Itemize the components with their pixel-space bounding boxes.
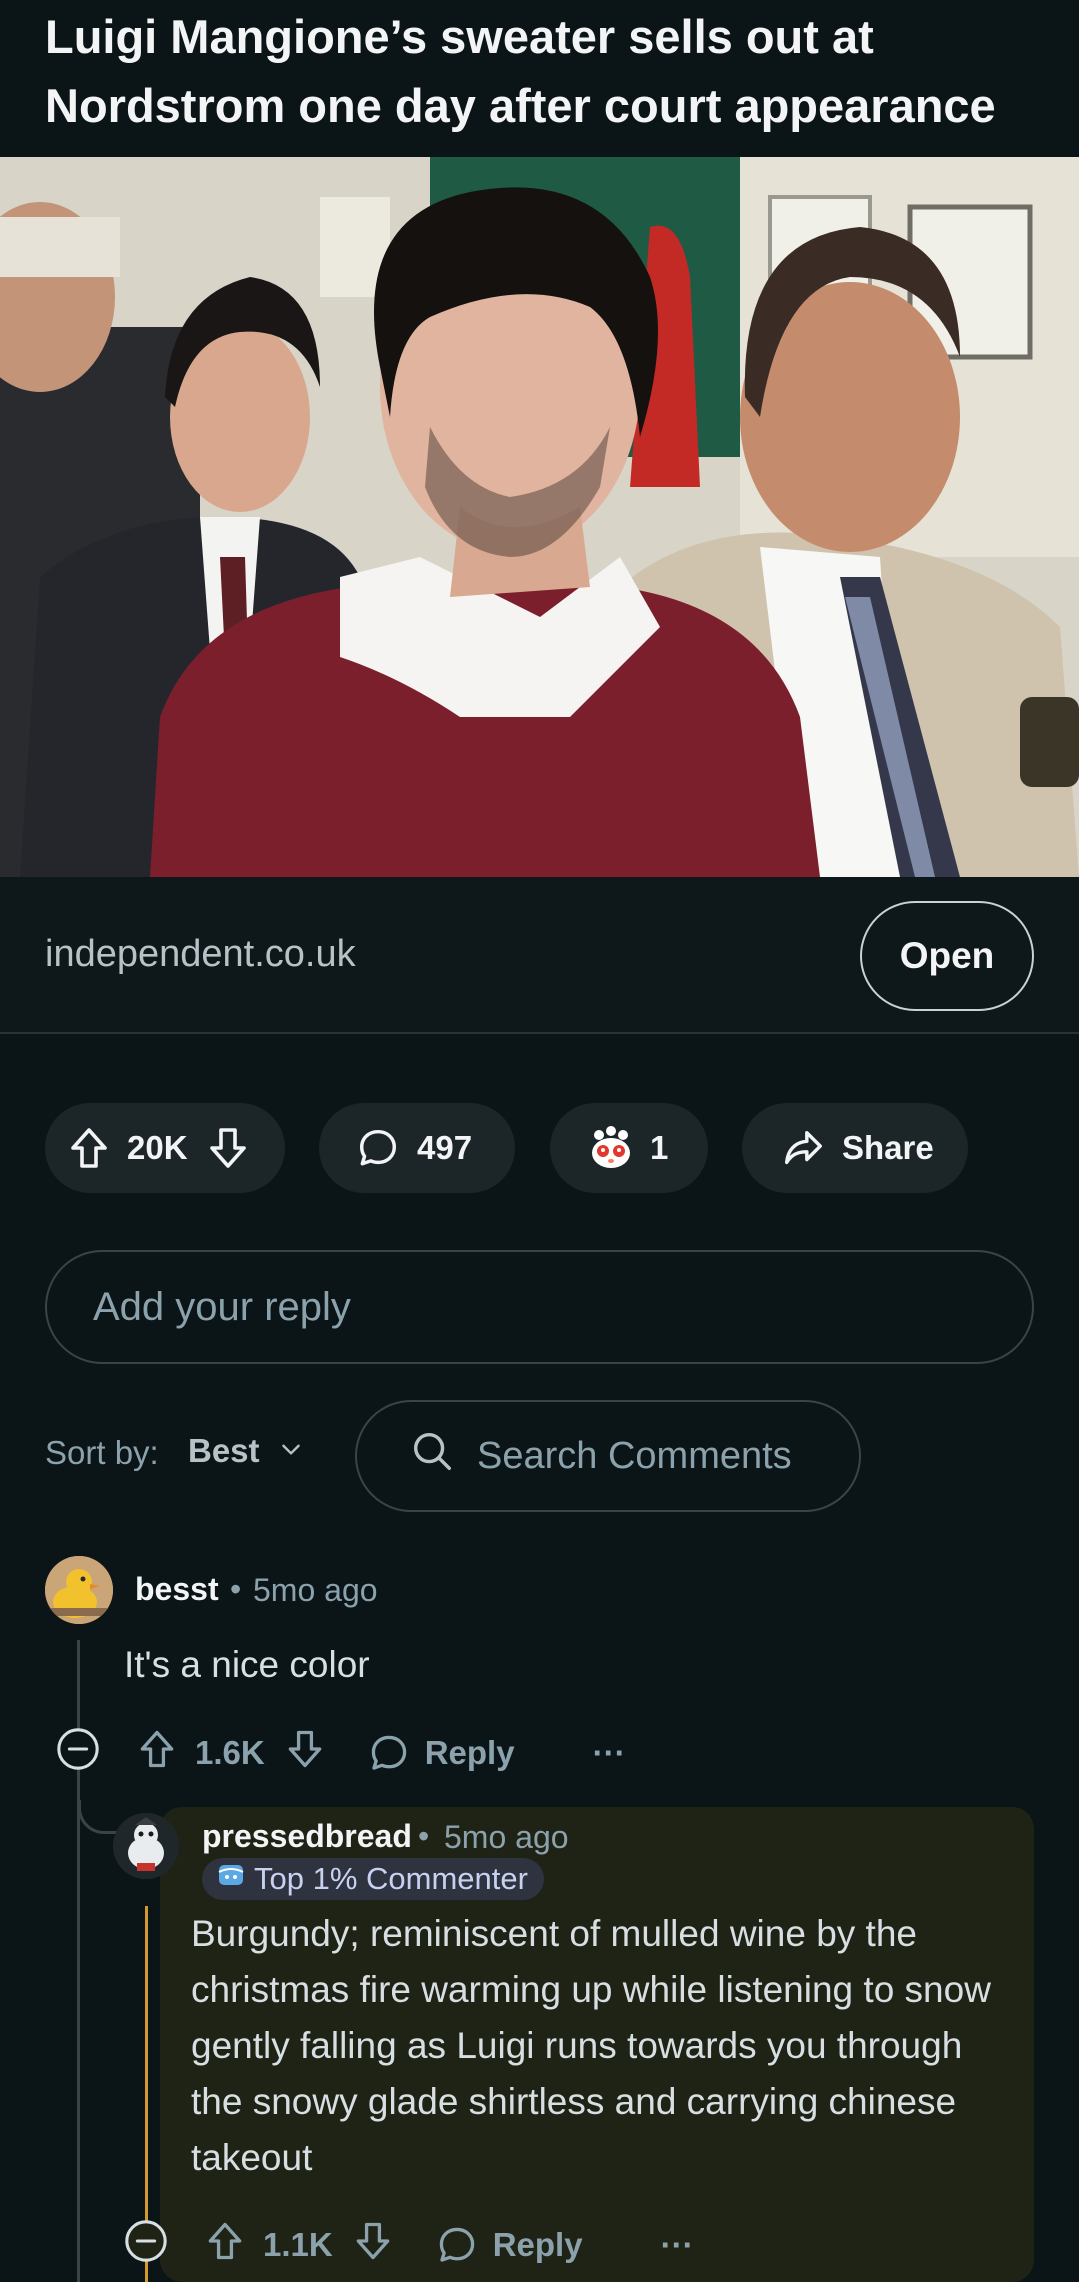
reply-label: Reply xyxy=(492,2226,583,2263)
award-button[interactable]: 1 xyxy=(550,1103,708,1193)
search-comments-input[interactable]: Search Comments xyxy=(355,1400,861,1512)
open-link-button[interactable]: Open xyxy=(860,901,1034,1011)
thread-connector xyxy=(78,1800,118,1834)
meta-separator: • xyxy=(230,1571,242,1607)
comment-timestamp: 5mo ago xyxy=(253,1572,378,1608)
comment-icon xyxy=(439,2227,474,2262)
comment-body: Burgundy; reminiscent of mulled wine by … xyxy=(191,1913,991,2178)
user-flair: Top 1% Commenter xyxy=(202,1858,544,1900)
comment-actions: 1.6K Reply ··· xyxy=(55,1718,626,1788)
award-count: 1 xyxy=(650,1129,669,1166)
post-vote-count: 20K xyxy=(127,1129,188,1166)
comment-icon xyxy=(355,1125,401,1171)
collapse-thread-icon[interactable] xyxy=(123,2218,169,2272)
vote-pill: 20K xyxy=(45,1103,285,1193)
reply-button[interactable]: Reply xyxy=(435,2223,583,2267)
upvote-icon[interactable] xyxy=(135,1727,179,1779)
award-icon xyxy=(586,1123,636,1173)
share-label: Share xyxy=(842,1129,934,1166)
sort-label: Sort by: xyxy=(45,1434,159,1471)
commenter-badge-icon xyxy=(216,1860,246,1898)
comment-username[interactable]: besst xyxy=(135,1571,219,1608)
post-title[interactable]: Luigi Mangione’s sweater sells out at No… xyxy=(45,2,1045,140)
sort-dropdown[interactable]: Best xyxy=(188,1432,304,1470)
sort-value: Best xyxy=(188,1432,260,1469)
flair-label: Top 1% Commenter xyxy=(254,1861,528,1896)
downvote-icon[interactable] xyxy=(351,2219,395,2271)
collapse-thread-icon[interactable] xyxy=(55,1726,101,1780)
post-image[interactable] xyxy=(0,157,1079,877)
post-actions: 20K 497 1 Share xyxy=(0,1103,1079,1193)
search-comments-placeholder: Search Comments xyxy=(477,1434,792,1477)
reply-label: Reply xyxy=(424,1734,515,1771)
search-icon xyxy=(409,1428,455,1484)
more-options-icon[interactable]: ··· xyxy=(661,2226,694,2264)
comment-vote-count: 1.6K xyxy=(195,1734,265,1771)
share-button[interactable]: Share xyxy=(742,1103,968,1193)
avatar[interactable] xyxy=(113,1813,179,1879)
upvote-icon[interactable] xyxy=(203,2219,247,2271)
comments-button[interactable]: 497 xyxy=(319,1103,515,1193)
meta-separator: • xyxy=(418,1818,430,1854)
upvote-icon[interactable] xyxy=(65,1124,113,1172)
comment-count: 497 xyxy=(417,1129,473,1166)
link-bar[interactable]: independent.co.uk Open xyxy=(0,877,1079,1034)
downvote-icon[interactable] xyxy=(204,1124,252,1172)
comment-vote-count: 1.1K xyxy=(263,2226,333,2263)
post-photo xyxy=(0,157,1079,877)
comment-actions: 1.1K Reply ··· xyxy=(123,2210,694,2280)
comment-icon xyxy=(371,1735,406,1770)
comment-timestamp: 5mo ago xyxy=(444,1819,569,1855)
post-page: Luigi Mangione’s sweater sells out at No… xyxy=(0,0,1079,2282)
reply-button[interactable]: Reply xyxy=(367,1731,515,1775)
chevron-down-icon xyxy=(278,1432,304,1470)
avatar[interactable] xyxy=(45,1556,113,1624)
comment-username[interactable]: pressedbread xyxy=(202,1818,412,1855)
share-icon xyxy=(780,1125,826,1171)
downvote-icon[interactable] xyxy=(283,1727,327,1779)
more-options-icon[interactable]: ··· xyxy=(593,1734,626,1772)
add-reply-input[interactable]: Add your reply xyxy=(45,1250,1034,1364)
link-domain[interactable]: independent.co.uk xyxy=(45,933,356,976)
comment-body: It's a nice color xyxy=(124,1644,370,1685)
